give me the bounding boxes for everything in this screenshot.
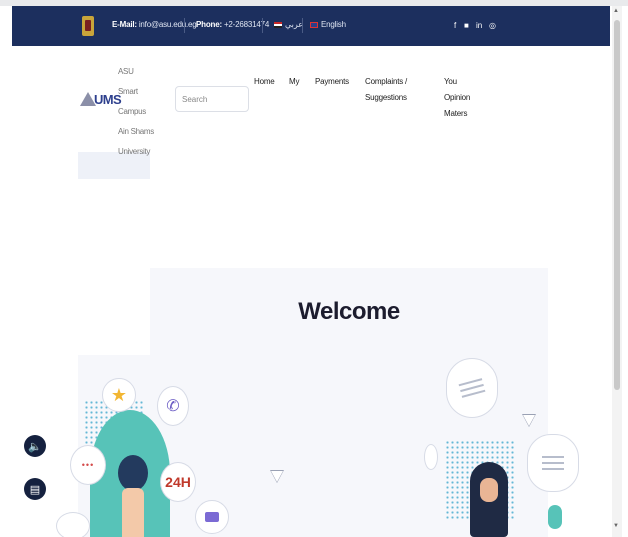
english-label: English (321, 20, 346, 29)
brand-name-line: Ain Shams (118, 127, 154, 136)
divider (184, 18, 185, 33)
nav-opinion-line: You (444, 77, 457, 86)
nav-complaints[interactable]: Complaints / Suggestions (365, 74, 407, 106)
nav-complaints-line: Suggestions (365, 93, 407, 102)
star-bubble: ★ (102, 378, 136, 412)
language-english-link[interactable]: English (310, 20, 346, 29)
phone-bubble: ✆ (157, 386, 189, 426)
university-seal-icon (82, 16, 94, 36)
brand-name-line: University (118, 147, 151, 156)
24h-badge: 24H (165, 474, 191, 490)
welcome-heading: Welcome (298, 298, 400, 325)
email-label: E-Mail: (112, 20, 137, 29)
support-agent-body (122, 488, 144, 537)
cards-bubble (195, 500, 229, 534)
divider (302, 18, 303, 33)
chat-dots: ••• (81, 460, 95, 470)
uk-flag-icon (310, 21, 318, 28)
brand-name-line: Campus (118, 107, 146, 116)
scrollbar-thumb[interactable] (614, 20, 620, 390)
small-bubble (56, 512, 90, 537)
message-lines-icon (458, 378, 483, 387)
top-bar: E-Mail: info@asu.edu.eg Phone: +2-268314… (12, 6, 610, 46)
youtube-icon[interactable]: ■ (464, 21, 469, 30)
egypt-flag-icon (274, 21, 282, 28)
divider (262, 18, 263, 33)
scroll-up-arrow-icon[interactable]: ▲ (613, 8, 619, 14)
instagram-icon[interactable]: ◎ (489, 21, 496, 30)
nav-payments[interactable]: Payments (315, 74, 349, 90)
triangle-decoration-inner (271, 471, 283, 482)
chat-icon[interactable]: ▤ (24, 478, 46, 500)
speaker-icon[interactable]: 🔈 (24, 435, 46, 457)
linkedin-icon[interactable]: in (476, 21, 482, 30)
arabic-label: عربي (285, 20, 304, 29)
phone-info[interactable]: Phone: +2-26831474 (196, 20, 269, 29)
nav-my[interactable]: My (289, 74, 299, 90)
message-bubble (446, 358, 498, 418)
nav-complaints-line: Complaints / (365, 77, 408, 86)
brand-name: ASU Smart Campus Ain Shams University (118, 62, 154, 162)
nav-home[interactable]: Home (254, 74, 275, 90)
triangle-decoration-inner (523, 415, 535, 426)
nav-opinion-line: Opinion (444, 93, 471, 102)
chat-bubble: ••• (70, 445, 106, 485)
plant-leaf (548, 505, 562, 529)
note-lines-icon (542, 456, 564, 458)
student-face (480, 478, 498, 502)
language-arabic-link[interactable]: عربي (274, 20, 303, 29)
email-value[interactable]: info@asu.edu.eg (139, 20, 197, 29)
ums-logo[interactable]: UMS (80, 90, 122, 110)
scroll-down-arrow-icon[interactable]: ▼ (613, 523, 619, 529)
24h-bubble: 24H (160, 462, 196, 502)
phone-label: Phone: (196, 20, 222, 29)
support-agent-illustration (118, 455, 148, 491)
cards-icon (205, 512, 219, 522)
brand-name-line: ASU Smart (118, 67, 138, 96)
nav-opinion[interactable]: You Opinion Maters (444, 74, 470, 122)
facebook-icon[interactable]: f (454, 21, 456, 30)
search-input[interactable] (175, 86, 249, 112)
nav-opinion-line: Maters (444, 109, 468, 118)
star-icon: ★ (110, 384, 128, 405)
small-bubble (424, 444, 438, 470)
note-bubble (527, 434, 579, 492)
phone-icon: ✆ (166, 398, 180, 415)
